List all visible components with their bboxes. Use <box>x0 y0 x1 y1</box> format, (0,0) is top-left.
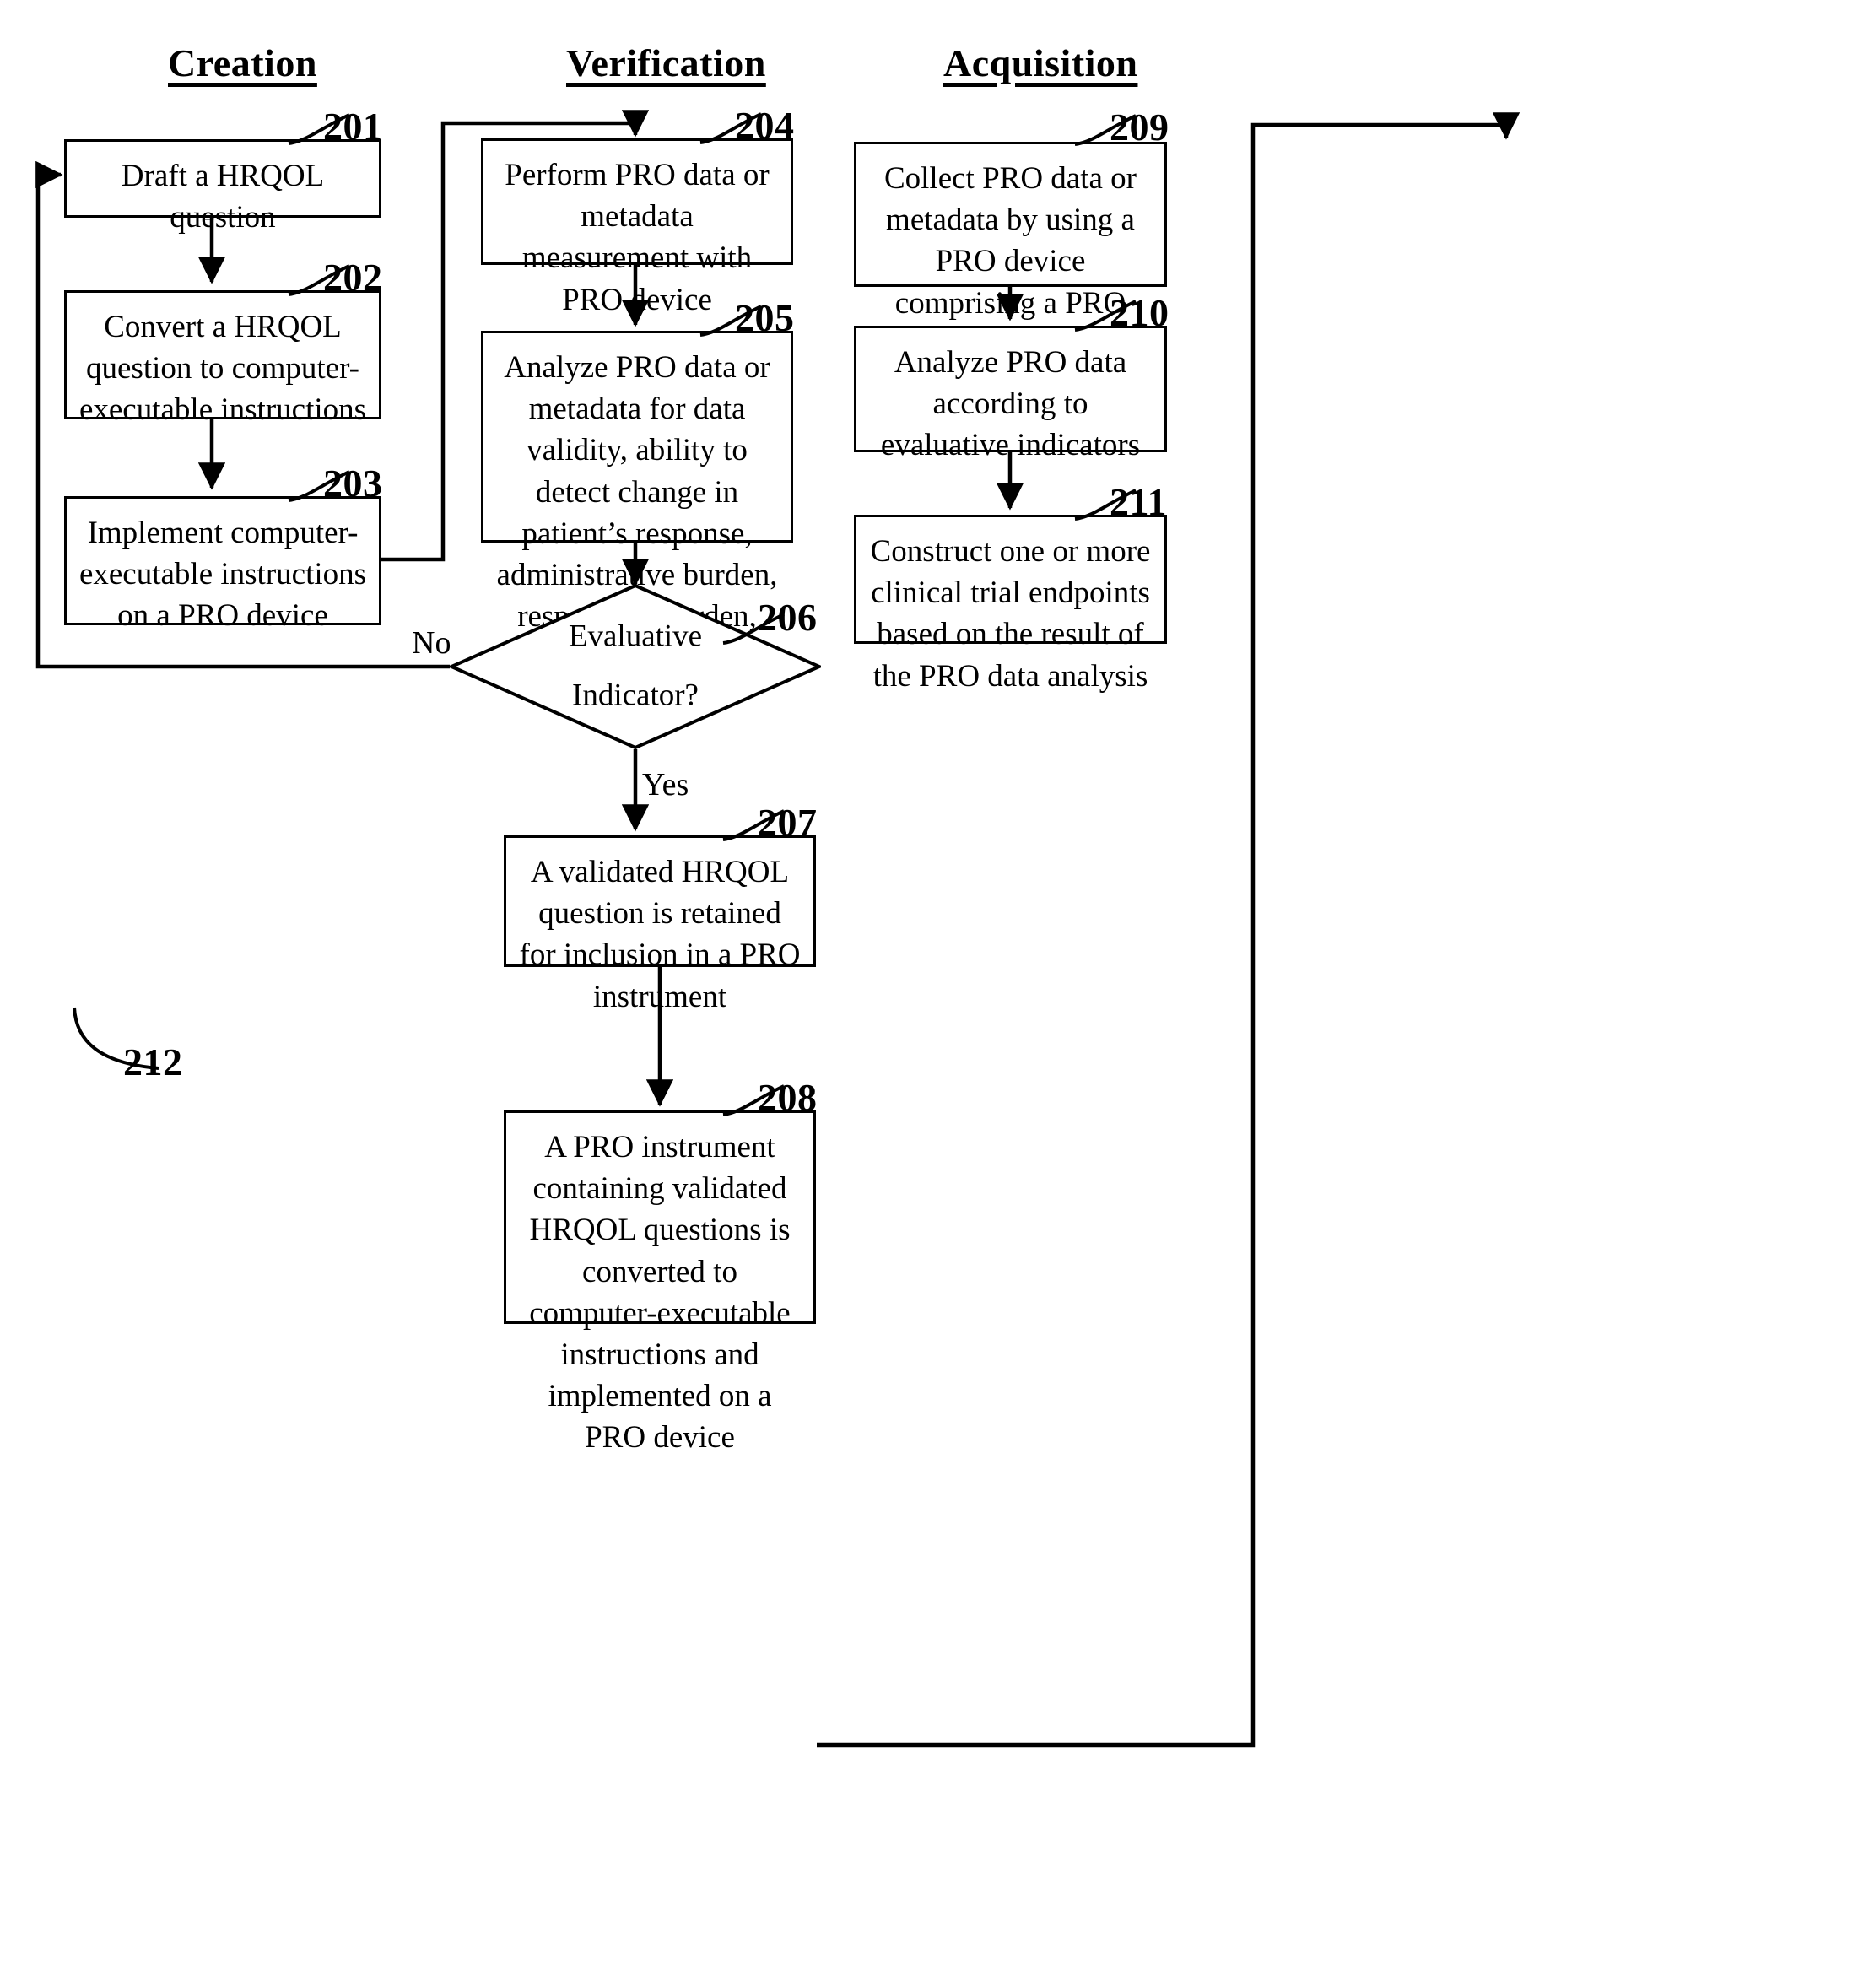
ref-number-203: 203 <box>323 462 383 505</box>
node-202-convert-question: Convert a HRQOL question to computer-exe… <box>64 290 381 427</box>
ref-number-202: 202 <box>323 256 383 299</box>
node-203-implement-instructions: Implement computer-executable instructio… <box>64 496 381 633</box>
node-210-text: Analyze PRO data according to evaluative… <box>880 345 1141 463</box>
ref-number-210: 210 <box>1110 291 1169 334</box>
ref-number-209: 209 <box>1110 105 1169 149</box>
node-211-text: Construct one or more clinical trial end… <box>870 534 1151 694</box>
ref-number-208: 208 <box>758 1076 818 1119</box>
node-203-text: Implement computer-executable instructio… <box>78 516 367 634</box>
node-201-text: Draft a HRQOL question <box>121 159 325 235</box>
node-207-text: A validated HRQOL question is retained f… <box>519 855 801 1014</box>
node-202-text: Convert a HRQOL question to computer-exe… <box>78 310 367 428</box>
node-208-text: A PRO instrument containing validated HR… <box>529 1130 791 1456</box>
node-207-validated-question-retained: A validated HRQOL question is retained f… <box>504 835 816 1014</box>
ref-number-207: 207 <box>758 801 818 844</box>
ref-number-206: 206 <box>758 596 818 639</box>
ref-number-211: 211 <box>1110 480 1167 523</box>
branch-label-no: No <box>412 625 451 661</box>
node-208-instrument-converted: A PRO instrument containing validated HR… <box>504 1110 816 1455</box>
branch-label-yes: Yes <box>642 767 689 802</box>
ref-number-205: 205 <box>735 296 795 339</box>
ref-number-204: 204 <box>735 104 795 147</box>
ref-number-212: 212 <box>123 1040 183 1083</box>
node-210-analyze-indicators: Analyze PRO data according to evaluative… <box>854 326 1167 462</box>
column-heading-verification: Verification <box>566 41 766 84</box>
node-205-analyze-validity: Analyze PRO data or metadata for data va… <box>481 331 793 717</box>
node-204-perform-measurement: Perform PRO data or metadata measurement… <box>481 138 793 317</box>
node-209-collect-pro-data: Collect PRO data or metadata by using a … <box>854 142 1167 445</box>
node-211-construct-endpoints: Construct one or more clinical trial end… <box>854 515 1167 694</box>
node-201-draft-hrqol-question: Draft a HRQOL question <box>64 139 381 235</box>
column-heading-acquisition: Acquisition <box>943 41 1138 84</box>
column-heading-creation: Creation <box>168 41 317 84</box>
ref-number-201: 201 <box>323 105 383 148</box>
flowchart-figure: Creation Verification Acquisition Draft … <box>0 0 1858 1988</box>
